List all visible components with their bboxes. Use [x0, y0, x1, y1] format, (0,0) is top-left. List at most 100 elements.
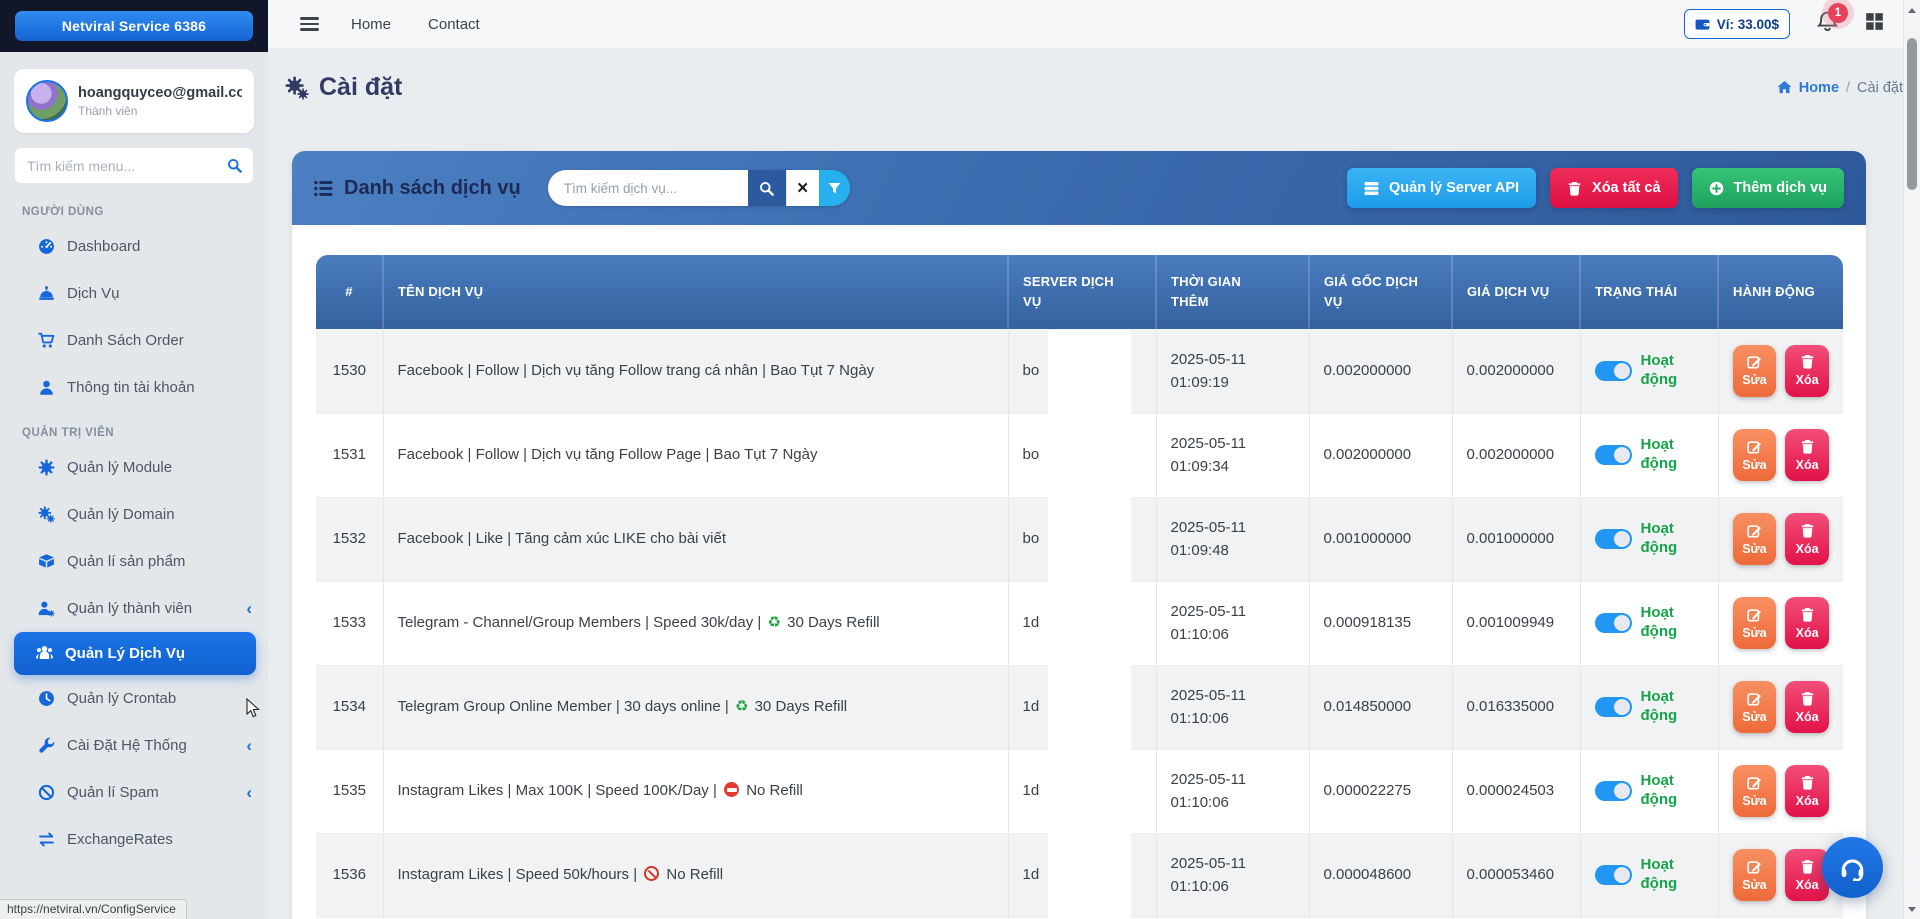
menu-search-input[interactable]: [15, 158, 215, 174]
status-toggle[interactable]: [1595, 529, 1632, 549]
sidebar-item-danh-sach-order[interactable]: Danh Sách Order: [0, 317, 268, 364]
sidebar-item-quan-ly-thanh-vien[interactable]: Quản lý thành viên: [0, 585, 268, 632]
cell-actions: Sửa Xóa: [1718, 329, 1843, 413]
scrollbar-thumb[interactable]: [1907, 38, 1917, 190]
delete-button[interactable]: Xóa: [1785, 765, 1829, 817]
status-toggle[interactable]: [1595, 445, 1632, 465]
status-toggle[interactable]: [1595, 361, 1632, 381]
search-button[interactable]: [748, 170, 786, 206]
brand-button[interactable]: Netviral Service 6386: [15, 11, 253, 41]
card-title-text: Danh sách dịch vụ: [344, 177, 521, 200]
wallet-button[interactable]: Ví: 33.00$: [1684, 9, 1790, 39]
status-toggle[interactable]: [1595, 613, 1632, 633]
status-bar-link: https://netviral.vn/ConfigService: [0, 899, 187, 919]
sidebar-item-dich-vu[interactable]: Dịch Vụ: [0, 270, 268, 317]
delete-button[interactable]: Xóa: [1785, 597, 1829, 649]
cell-actions: Sửa Xóa: [1718, 581, 1843, 665]
edit-button[interactable]: Sửa: [1733, 513, 1777, 565]
chevron-left-icon: [246, 737, 252, 754]
sidebar-item-label: Quản lí sản phẩm: [67, 553, 185, 570]
edit-button-label: Sửa: [1742, 794, 1766, 808]
user-email: hoangquyceo@gmail.com: [78, 85, 242, 101]
sidebar-item-quan-ly-dich-vu[interactable]: Quản Lý Dịch Vụ: [14, 632, 256, 675]
delete-button-label: Xóa: [1796, 458, 1819, 472]
sidebar-item-exchangerates[interactable]: ExchangeRates: [0, 816, 268, 863]
edit-button-label: Sửa: [1742, 458, 1766, 472]
sidebar-item-dashboard[interactable]: Dashboard: [0, 223, 268, 270]
edit-button-label: Sửa: [1742, 373, 1766, 387]
breadcrumb-home[interactable]: Home: [1799, 80, 1839, 96]
sidebar-item-label: ExchangeRates: [67, 831, 173, 848]
edit-button[interactable]: Sửa: [1733, 597, 1777, 649]
sidebar-toggle-icon[interactable]: [300, 14, 319, 34]
edit-button[interactable]: Sửa: [1733, 345, 1777, 397]
nav-home[interactable]: Home: [351, 16, 391, 33]
cell-base-price: 0.000048600: [1309, 833, 1452, 917]
sidebar-item-quan-ly-domain[interactable]: Quản lý Domain: [0, 491, 268, 538]
cell-actions: Sửa Xóa: [1718, 413, 1843, 497]
sidebar-item-cai-at-he-thong[interactable]: Cài Đặt Hệ Thống: [0, 722, 268, 769]
status-toggle[interactable]: [1595, 697, 1632, 717]
edit-button[interactable]: Sửa: [1733, 681, 1777, 733]
delete-button[interactable]: Xóa: [1785, 345, 1829, 397]
sidebar-item-label: Thông tin tài khoản: [67, 379, 195, 396]
add-service-button[interactable]: Thêm dịch vụ: [1692, 168, 1844, 208]
edit-icon: [1747, 859, 1762, 874]
page-title-text: Cài đặt: [319, 73, 402, 102]
delete-button[interactable]: Xóa: [1785, 681, 1829, 733]
trash-icon: [1800, 523, 1815, 538]
edit-button-label: Sửa: [1742, 626, 1766, 640]
cell-added-time: 2025-05-11 01:10:06: [1156, 665, 1309, 749]
edit-button[interactable]: Sửa: [1733, 849, 1777, 901]
notifications-button[interactable]: 1: [1817, 11, 1838, 38]
apps-grid-button[interactable]: [1865, 12, 1884, 37]
server-icon: [1364, 181, 1379, 196]
cell-actions: SửaXóa: [1718, 497, 1843, 581]
cell-id: 1532: [316, 497, 383, 581]
column-header: TÊN DỊCH VỤ: [383, 255, 1008, 329]
user-card[interactable]: hoangquyceo@gmail.com Thành viên: [14, 69, 254, 133]
delete-all-button[interactable]: Xóa tất cả: [1550, 168, 1678, 208]
menu-search-button[interactable]: [215, 148, 253, 183]
cell-status: Hoạt động: [1580, 665, 1718, 749]
filter-button[interactable]: [819, 170, 850, 206]
delete-button[interactable]: Xóa: [1785, 513, 1829, 565]
delete-button-label: Xóa: [1796, 710, 1819, 724]
menu-section-label: QUẢN TRỊ VIÊN: [22, 427, 268, 439]
users-icon: [32, 645, 56, 662]
edit-button[interactable]: Sửa: [1733, 765, 1777, 817]
delete-button[interactable]: Xóa: [1785, 429, 1829, 481]
sidebar-item-label: Quản lý Module: [67, 459, 172, 476]
exchange-icon: [34, 831, 58, 848]
manage-server-api-button[interactable]: Quản lý Server API: [1347, 168, 1536, 208]
sidebar-item-quan-ly-crontab[interactable]: Quản lý Crontab: [0, 675, 268, 722]
clear-search-button[interactable]: [786, 170, 819, 206]
sidebar-item-thong-tin-tai-khoan[interactable]: Thông tin tài khoản: [0, 364, 268, 411]
status-toggle[interactable]: [1595, 865, 1632, 885]
cell-base-price: 0.002000000: [1309, 413, 1452, 497]
sidebar-item-label: Quản lý Crontab: [67, 690, 176, 707]
edit-button[interactable]: Sửa: [1733, 429, 1777, 481]
sidebar-item-quan-li-spam[interactable]: Quản lí Spam: [0, 769, 268, 816]
trash-icon: [1567, 181, 1582, 196]
sidebar-menu: NGƯỜI DÙNGDashboardDịch VụDanh Sách Orde…: [0, 188, 268, 919]
column-header: SERVER DỊCH VỤ: [1008, 255, 1156, 329]
sidebar-item-quan-ly-module[interactable]: Quản lý Module: [0, 444, 268, 491]
plus-circle-icon: [1709, 181, 1724, 196]
nav-contact[interactable]: Contact: [428, 16, 480, 33]
support-chat-button[interactable]: [1822, 837, 1883, 898]
page-scrollbar[interactable]: [1903, 0, 1920, 919]
service-search-input[interactable]: [548, 170, 748, 206]
status-toggle[interactable]: [1595, 781, 1632, 801]
sidebar-item-quan-li-san-pham[interactable]: Quản lí sản phẩm: [0, 538, 268, 585]
scroll-down-arrow[interactable]: [1904, 902, 1920, 916]
column-header: TRẠNG THÁI: [1580, 255, 1718, 329]
cell-added-time: 2025-05-11 01:10:06: [1156, 749, 1309, 833]
home-icon: [1777, 80, 1792, 95]
cell-id: 1530: [316, 329, 383, 413]
breadcrumb-current: Cài đặt: [1857, 80, 1903, 96]
app-root: Netviral Service 6386 hoangquyceo@gmail.…: [0, 0, 1920, 919]
cell-service-name: Facebook | Follow | Dịch vụ tăng Follow …: [383, 413, 1008, 497]
scroll-up-arrow[interactable]: [1904, 3, 1920, 17]
button-label: Xóa tất cả: [1592, 180, 1661, 196]
